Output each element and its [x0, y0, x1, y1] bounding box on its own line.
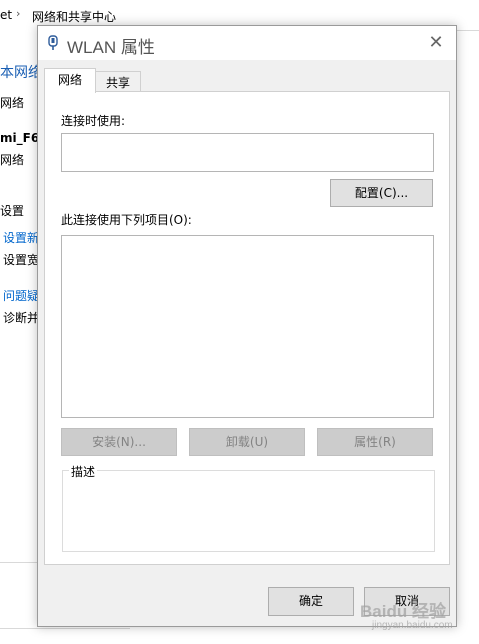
wlan-properties-dialog: WLAN 属性 ✕ 网络 共享 连接时使用: 配置(C)... 此连接使用下列项… [37, 25, 457, 627]
items-label: 此连接使用下列项目(O): [61, 213, 192, 227]
connect-using-label: 连接时使用: [61, 114, 126, 128]
install-button[interactable]: 安装(N)... [61, 428, 177, 456]
tab-network[interactable]: 网络 [44, 68, 96, 93]
adapter-field [61, 133, 434, 172]
bg-heading: 本网络 [0, 65, 42, 81]
watermark-url: jingyan.baidu.com [372, 620, 453, 631]
background-sidebar: 本网络 网络 mi_F6E 网络 设置 设置新 设置宽 问题疑 诊断并 [0, 30, 47, 644]
baidu-watermark-logo: Baidu 经验 jingyan.baidu.com [340, 597, 476, 637]
uninstall-button[interactable]: 卸载(U) [189, 428, 305, 456]
divider [0, 628, 130, 629]
tab-panel: 连接时使用: 配置(C)... 此连接使用下列项目(O): 安装(N)... 卸… [44, 91, 450, 565]
dialog-title: WLAN 属性 [67, 38, 155, 57]
dialog-titlebar[interactable]: WLAN 属性 ✕ [38, 26, 456, 60]
bg-text: 网络 [0, 153, 25, 167]
wifi-adapter-icon [48, 35, 58, 50]
properties-button[interactable]: 属性(R) [317, 428, 433, 456]
breadcrumb-current[interactable]: 网络和共享中心 [32, 8, 116, 25]
divider [0, 562, 40, 563]
bg-text: 设置宽 [3, 253, 40, 267]
bg-text: 诊断并 [3, 311, 40, 325]
breadcrumb-chevron-icon: › [16, 7, 21, 20]
bg-text: 设置 [0, 204, 25, 218]
bg-text: 网络 [0, 96, 25, 110]
bg-link[interactable]: 设置新 [3, 229, 39, 246]
close-icon[interactable]: ✕ [422, 30, 450, 56]
configure-button[interactable]: 配置(C)... [330, 179, 433, 207]
description-label: 描述 [69, 463, 98, 480]
description-group [62, 470, 435, 552]
bg-link[interactable]: 问题疑 [3, 287, 39, 304]
items-list[interactable] [61, 235, 434, 418]
watermark-brand: Baidu 经验 [360, 602, 446, 621]
breadcrumb-prefix[interactable]: et [0, 8, 12, 22]
